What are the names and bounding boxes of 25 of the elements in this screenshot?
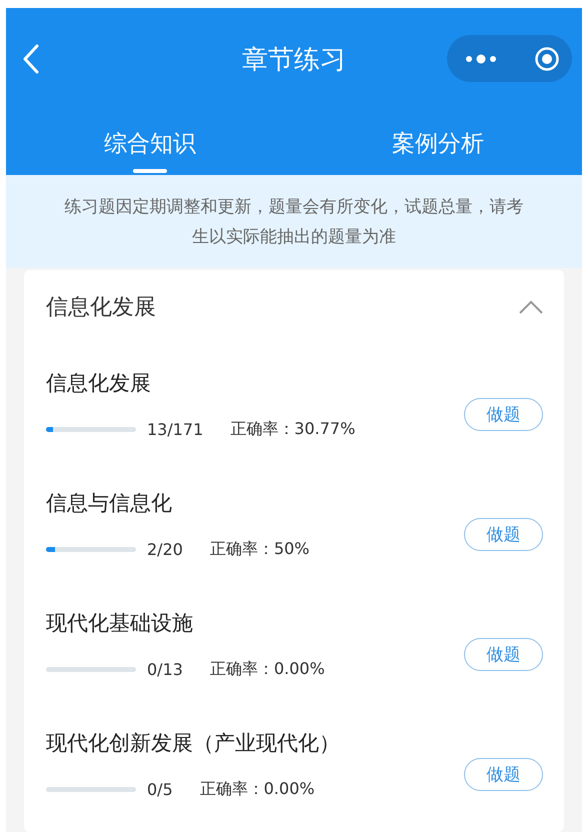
exercise-title: 现代化创新发展（产业现代化） (46, 730, 340, 756)
progress-count: 0/13 (147, 660, 183, 678)
progress-count: 0/5 (147, 780, 173, 798)
exercise-title: 信息与信息化 (46, 490, 173, 516)
practice-button[interactable]: 做题 (464, 398, 543, 430)
accuracy-text: 正确率：0.00% (200, 778, 315, 800)
accuracy-text: 正确率：0.00% (210, 658, 325, 680)
back-icon[interactable] (22, 44, 40, 74)
accuracy-text: 正确率：50% (210, 538, 310, 560)
practice-button[interactable]: 做题 (464, 518, 543, 550)
progress-count: 13/171 (147, 420, 204, 438)
practice-button[interactable]: 做题 (464, 638, 543, 670)
accuracy-text: 正确率：30.77% (230, 418, 356, 440)
page-title: 章节练习 (242, 44, 346, 76)
tab[interactable]: 综合知识 (98, 124, 202, 173)
notice-text: 练习题因定期调整和更新，题量会有所变化，试题总量，请考生以实际能抽出的题量为准 (64, 196, 524, 248)
close-icon[interactable] (534, 46, 560, 72)
exercise-title: 现代化基础设施 (46, 610, 194, 636)
exercise-title: 信息化发展 (46, 370, 152, 396)
tab[interactable]: 案例分析 (386, 124, 490, 173)
section-header[interactable]: 信息化发展 (24, 270, 564, 344)
progress-count: 2/20 (147, 540, 183, 558)
section-title: 信息化发展 (46, 294, 156, 322)
practice-button[interactable]: 做题 (464, 758, 543, 790)
more-icon[interactable] (465, 54, 497, 64)
